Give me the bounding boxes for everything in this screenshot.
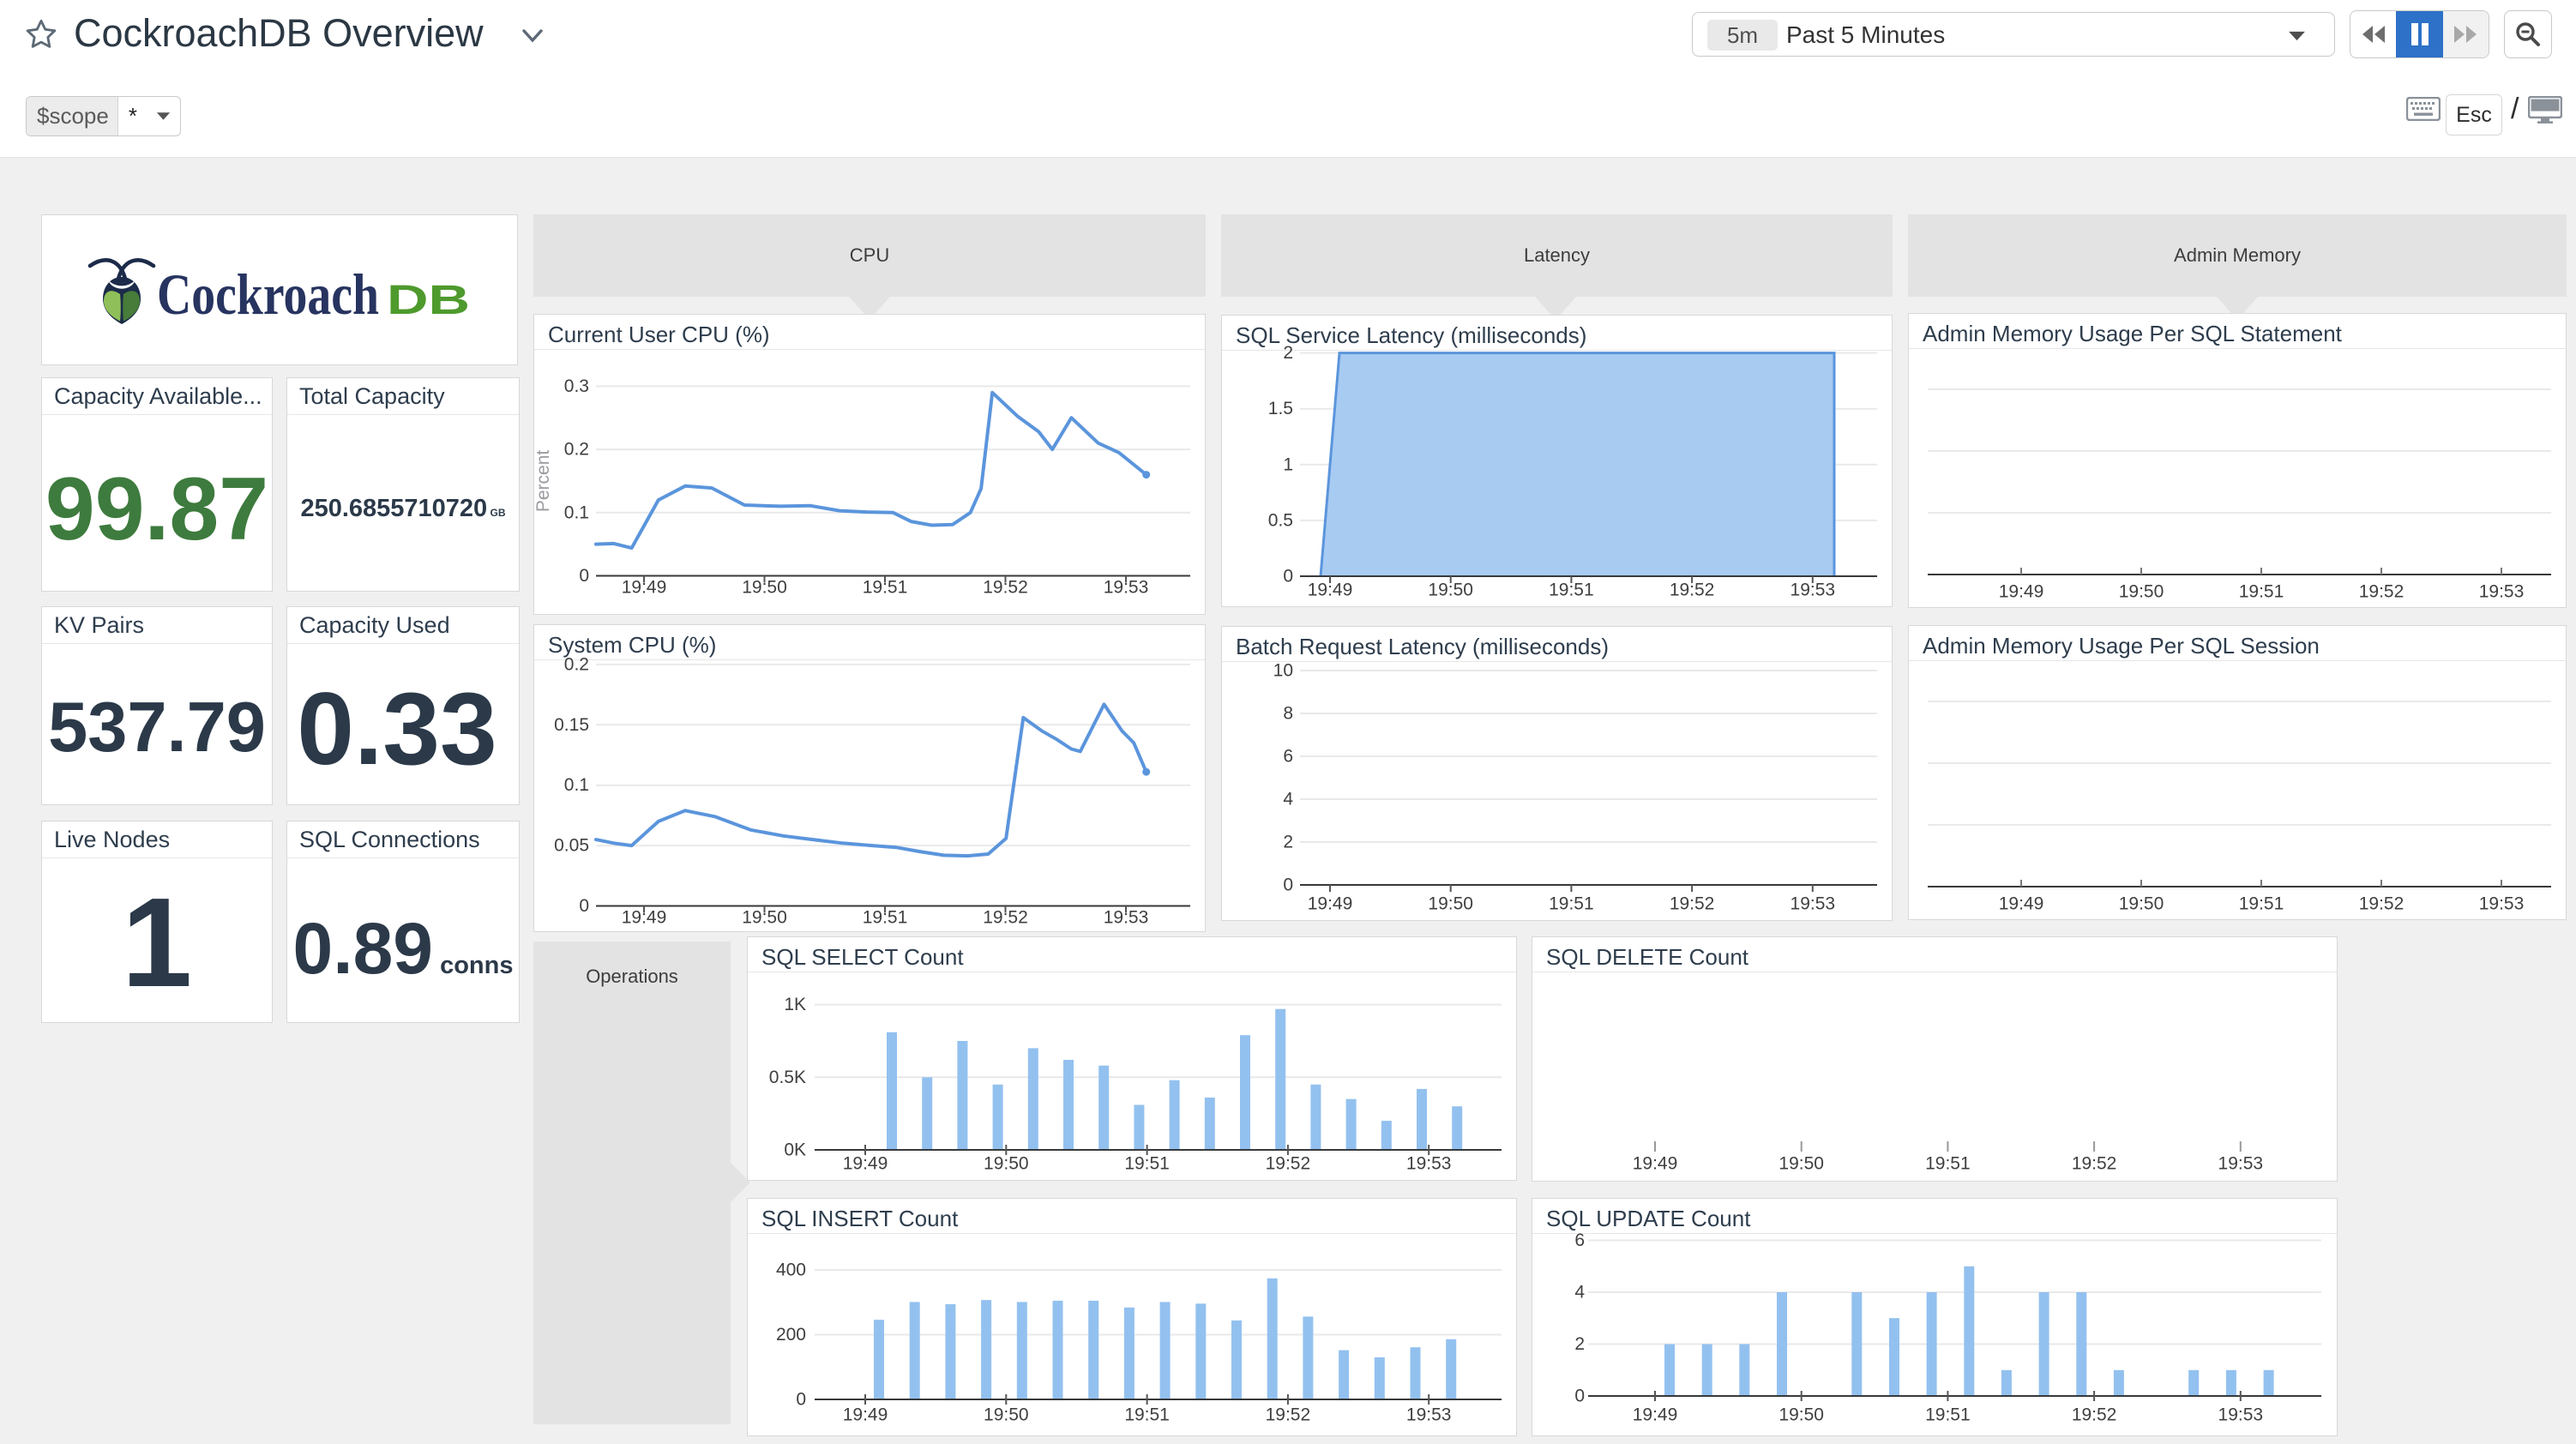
svg-text:0.3: 0.3: [564, 376, 589, 396]
svg-text:19:51: 19:51: [1124, 1154, 1170, 1174]
svg-text:19:53: 19:53: [1406, 1405, 1452, 1425]
svg-text:6: 6: [1283, 747, 1293, 767]
svg-text:19:49: 19:49: [1308, 894, 1353, 914]
svg-text:Percent: Percent: [533, 450, 553, 513]
svg-text:19:51: 19:51: [1124, 1405, 1170, 1425]
svg-text:19:49: 19:49: [843, 1405, 888, 1425]
svg-text:19:50: 19:50: [1779, 1154, 1824, 1174]
svg-text:4: 4: [1283, 790, 1293, 809]
svg-text:19:52: 19:52: [2359, 894, 2404, 914]
svg-text:1: 1: [1283, 454, 1293, 474]
svg-text:19:49: 19:49: [1633, 1154, 1678, 1174]
svg-text:200: 200: [776, 1325, 806, 1345]
svg-text:19:53: 19:53: [1104, 578, 1149, 598]
svg-text:19:50: 19:50: [2119, 582, 2164, 602]
svg-text:Cockroach: Cockroach: [157, 262, 379, 326]
svg-text:19:49: 19:49: [1308, 581, 1353, 600]
svg-text:19:53: 19:53: [1791, 581, 1836, 600]
svg-text:19:53: 19:53: [1104, 908, 1149, 928]
svg-text:0: 0: [579, 896, 589, 916]
svg-text:19:52: 19:52: [2072, 1154, 2117, 1174]
svg-text:19:49: 19:49: [622, 578, 667, 598]
svg-text:19:52: 19:52: [1266, 1405, 1311, 1425]
svg-text:2: 2: [1574, 1334, 1585, 1354]
svg-text:19:53: 19:53: [1791, 894, 1836, 914]
svg-text:1K: 1K: [784, 995, 806, 1014]
svg-text:19:52: 19:52: [983, 578, 1028, 598]
svg-text:0: 0: [796, 1390, 806, 1410]
svg-text:0.05: 0.05: [554, 836, 589, 856]
svg-text:19:50: 19:50: [1428, 894, 1473, 914]
svg-text:19:52: 19:52: [2072, 1405, 2117, 1425]
svg-text:19:50: 19:50: [742, 578, 787, 598]
svg-text:19:53: 19:53: [2218, 1405, 2264, 1425]
svg-text:10: 10: [1273, 661, 1293, 681]
svg-text:0.1: 0.1: [564, 502, 589, 522]
svg-text:19:49: 19:49: [843, 1154, 888, 1174]
svg-text:19:52: 19:52: [1670, 894, 1715, 914]
svg-text:0.2: 0.2: [564, 654, 589, 674]
svg-text:19:51: 19:51: [2239, 582, 2284, 602]
svg-text:0.1: 0.1: [564, 775, 589, 795]
svg-text:19:51: 19:51: [863, 908, 908, 928]
svg-text:19:49: 19:49: [622, 908, 667, 928]
svg-text:0.2: 0.2: [564, 440, 589, 460]
svg-text:0K: 0K: [784, 1140, 806, 1160]
svg-text:19:52: 19:52: [1266, 1154, 1311, 1174]
svg-text:19:52: 19:52: [1670, 581, 1715, 600]
svg-text:19:50: 19:50: [1428, 581, 1473, 600]
svg-text:4: 4: [1574, 1283, 1585, 1303]
svg-text:19:51: 19:51: [2239, 894, 2284, 914]
svg-text:0: 0: [1283, 875, 1293, 895]
svg-text:0.5K: 0.5K: [769, 1068, 806, 1087]
svg-text:19:50: 19:50: [984, 1154, 1029, 1174]
svg-text:19:49: 19:49: [1999, 582, 2044, 602]
svg-text:19:51: 19:51: [863, 578, 908, 598]
svg-text:19:51: 19:51: [1549, 581, 1594, 600]
svg-text:0: 0: [579, 566, 589, 586]
svg-text:19:50: 19:50: [1779, 1405, 1824, 1425]
svg-text:19:52: 19:52: [983, 908, 1028, 928]
svg-text:19:53: 19:53: [2479, 582, 2525, 602]
svg-text:1.5: 1.5: [1268, 399, 1293, 418]
svg-text:2: 2: [1283, 343, 1293, 363]
svg-text:0: 0: [1283, 567, 1293, 587]
svg-text:400: 400: [776, 1260, 806, 1280]
svg-text:19:50: 19:50: [984, 1405, 1029, 1425]
svg-text:19:50: 19:50: [742, 908, 787, 928]
svg-text:19:49: 19:49: [1999, 894, 2044, 914]
svg-text:2: 2: [1283, 833, 1293, 852]
svg-text:19:52: 19:52: [2359, 582, 2404, 602]
svg-text:6: 6: [1574, 1230, 1585, 1250]
svg-text:19:51: 19:51: [1925, 1154, 1971, 1174]
svg-text:0: 0: [1574, 1387, 1585, 1406]
svg-text:19:49: 19:49: [1633, 1405, 1678, 1425]
svg-text:19:53: 19:53: [1406, 1154, 1452, 1174]
svg-text:0.15: 0.15: [554, 715, 589, 735]
svg-text:8: 8: [1283, 704, 1293, 724]
svg-text:19:51: 19:51: [1925, 1405, 1971, 1425]
svg-text:19:50: 19:50: [2119, 894, 2164, 914]
svg-text:0.5: 0.5: [1268, 510, 1293, 530]
svg-text:19:53: 19:53: [2479, 894, 2525, 914]
svg-text:19:51: 19:51: [1549, 894, 1594, 914]
svg-text:DB: DB: [387, 278, 470, 323]
svg-text:19:53: 19:53: [2218, 1154, 2264, 1174]
